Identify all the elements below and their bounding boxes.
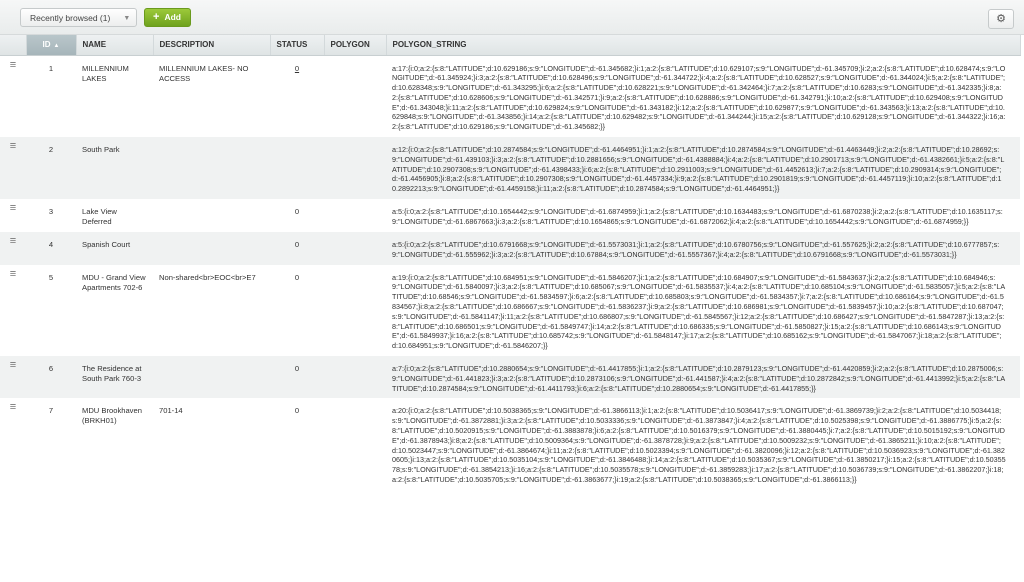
column-header-name[interactable]: NAME [76, 35, 154, 56]
cell-polygon-string: a:5:{i:0;a:2:{s:8:"LATITUDE";d:10.679166… [386, 232, 1020, 265]
column-header-id[interactable]: ID ▲ [26, 35, 77, 56]
recently-browsed-dropdown[interactable]: Recently browsed (1) ▼ [20, 8, 138, 27]
table-row[interactable]: ≡ 6 The Residence at South Park 760-3 0 a:7:… [0, 356, 1020, 399]
table-row[interactable]: ≡ 4 Spanish Court 0 a:5:{i:0;a:2:{s:8:"LATIT… [0, 232, 1020, 265]
column-header-polygon-string[interactable]: POLYGON_STRING [386, 35, 1021, 56]
table-row[interactable]: ≡ 7 MDU Brookhaven (BRKH01) 701-14 0 a:20:{i:… [0, 398, 1020, 490]
table-row[interactable]: ≡ 5 MDU - Grand View Apartments 702-6 Non-s… [0, 264, 1020, 357]
cell-description [153, 356, 270, 399]
cell-name: South Park [76, 137, 153, 200]
cell-status: 0 [270, 199, 324, 233]
cell-id: 4 [26, 232, 76, 265]
table-row[interactable]: ≡ 2 South Park a:12:{i:0;a:2:{s:8:"LATITUDE… [0, 137, 1020, 200]
cell-polygon-string: a:20:{i:0;a:2:{s:8:"LATITUDE";d:10.50383… [386, 398, 1020, 490]
cell-name: MDU Brookhaven (BRKH01) [76, 398, 153, 490]
cell-polygon [324, 264, 386, 357]
cell-name: The Residence at South Park 760-3 [76, 356, 153, 399]
row-menu-icon[interactable]: ≡ [0, 55, 26, 138]
add-button[interactable]: + Add [144, 8, 191, 27]
records-table: ID ▲ NAME DESCRIPTION STATUS POLYGON POLY… [0, 35, 1021, 490]
cell-status: 0 [270, 356, 324, 399]
row-menu-icon[interactable]: ≡ [0, 137, 26, 200]
row-menu-icon[interactable]: ≡ [0, 356, 26, 399]
chevron-down-icon: ▼ [123, 15, 131, 22]
add-label: Add [164, 12, 181, 22]
cell-status: 0 [270, 55, 324, 138]
cell-name: MDU - Grand View Apartments 702-6 [76, 264, 153, 357]
column-header-status[interactable]: STATUS [270, 35, 325, 56]
cell-polygon-string: a:7:{i:0;a:2:{s:8:"LATITUDE";d:10.288065… [386, 356, 1020, 399]
column-header-description[interactable]: DESCRIPTION [153, 35, 271, 56]
toolbar: Recently browsed (1) ▼ + Add ⚙ [0, 0, 1024, 35]
cell-description: Non-shared<br>EOC<br>E7 [153, 264, 270, 357]
cell-id: 5 [26, 264, 76, 357]
cell-id: 1 [26, 55, 76, 138]
cell-id: 7 [26, 398, 76, 490]
cell-id: 3 [26, 199, 76, 233]
cell-polygon [324, 199, 386, 233]
cell-polygon-string: a:19:{i:0;a:2:{s:8:"LATITUDE";d:10.68495… [386, 264, 1020, 357]
cell-id: 6 [26, 356, 76, 399]
cell-polygon-string: a:12:{i:0;a:2:{s:8:"LATITUDE";d:10.28745… [386, 137, 1020, 200]
table-row[interactable]: ≡ 1 MILLENNIUM LAKES MILLENNIUM LAKES- NO A… [0, 55, 1020, 138]
column-header-menu [0, 35, 27, 56]
cell-status [270, 137, 324, 200]
cell-description [153, 199, 270, 233]
cell-id: 2 [26, 137, 76, 200]
column-header-polygon[interactable]: POLYGON [324, 35, 387, 56]
sort-asc-icon: ▲ [53, 43, 60, 50]
cell-description: MILLENNIUM LAKES- NO ACCESS [153, 55, 270, 138]
plus-icon: + [153, 11, 160, 23]
row-menu-icon[interactable]: ≡ [0, 232, 26, 265]
table-header: ID ▲ NAME DESCRIPTION STATUS POLYGON POLY… [0, 35, 1021, 56]
settings-button[interactable]: ⚙ [988, 9, 1014, 29]
cell-polygon [324, 356, 386, 399]
table-body: ≡ 1 MILLENNIUM LAKES MILLENNIUM LAKES- NO A… [0, 55, 1020, 490]
cell-description: 701-14 [153, 398, 270, 490]
cell-status: 0 [270, 264, 324, 357]
recently-browsed-label: Recently browsed (1) [30, 13, 111, 23]
gear-icon: ⚙ [996, 13, 1006, 25]
row-menu-icon[interactable]: ≡ [0, 264, 26, 357]
cell-polygon [324, 232, 386, 265]
cell-status: 0 [270, 398, 324, 490]
cell-description [153, 137, 270, 200]
cell-description [153, 232, 270, 265]
row-menu-icon[interactable]: ≡ [0, 398, 26, 490]
row-menu-icon[interactable]: ≡ [0, 199, 26, 233]
cell-name: Spanish Court [76, 232, 153, 265]
table-row[interactable]: ≡ 3 Lake View Deferred 0 a:5:{i:0;a:2:{s:8:"… [0, 199, 1020, 233]
cell-polygon [324, 137, 386, 200]
cell-polygon-string: a:5:{i:0;a:2:{s:8:"LATITUDE";d:10.165444… [386, 199, 1020, 233]
cell-polygon [324, 398, 386, 490]
cell-name: MILLENNIUM LAKES [76, 55, 153, 138]
cell-status: 0 [270, 232, 324, 265]
cell-polygon [324, 55, 386, 138]
cell-polygon-string: a:17:{i:0;a:2:{s:8:"LATITUDE";d:10.62918… [386, 55, 1020, 138]
cell-name: Lake View Deferred [76, 199, 153, 233]
